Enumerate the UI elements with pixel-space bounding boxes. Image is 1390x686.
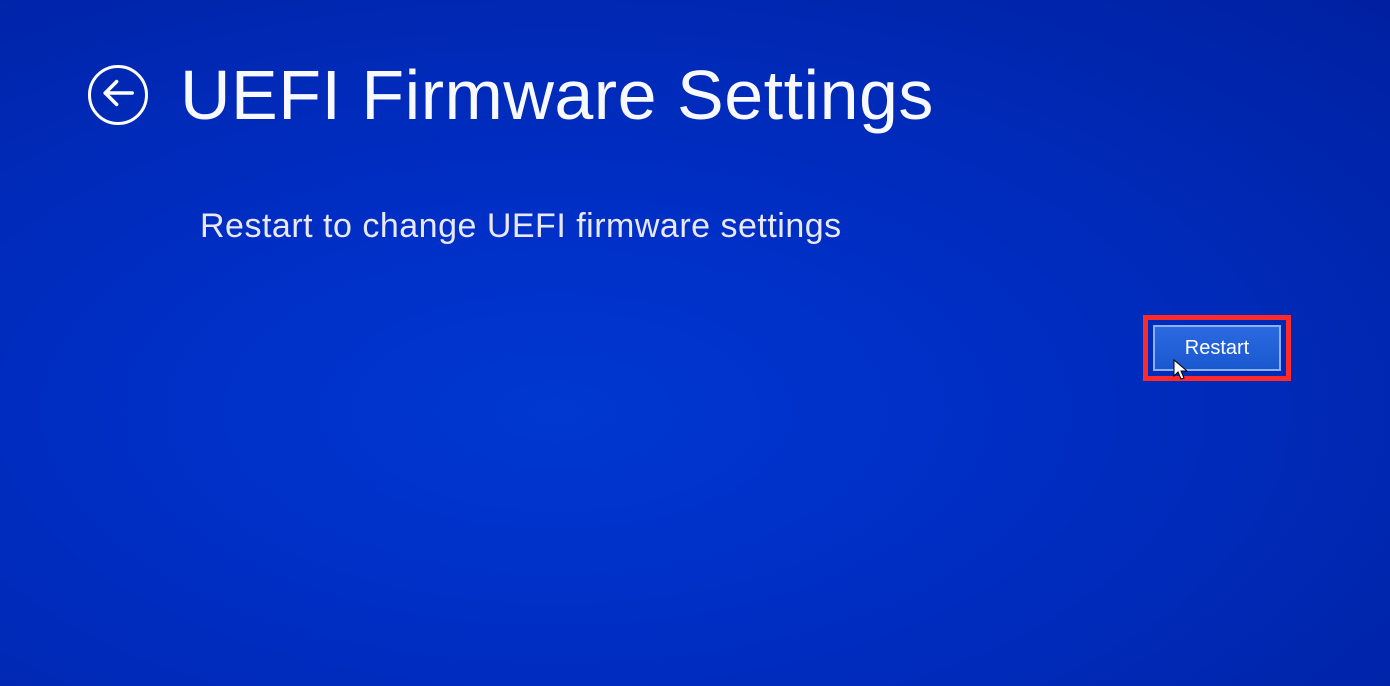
- restart-button[interactable]: Restart: [1153, 325, 1281, 371]
- highlight-box: Restart: [1143, 315, 1291, 381]
- page-title: UEFI Firmware Settings: [180, 55, 934, 135]
- page-subtitle: Restart to change UEFI firmware settings: [0, 135, 1390, 246]
- header: UEFI Firmware Settings: [0, 0, 1390, 135]
- back-arrow-icon: [101, 76, 135, 115]
- back-button[interactable]: [88, 65, 148, 125]
